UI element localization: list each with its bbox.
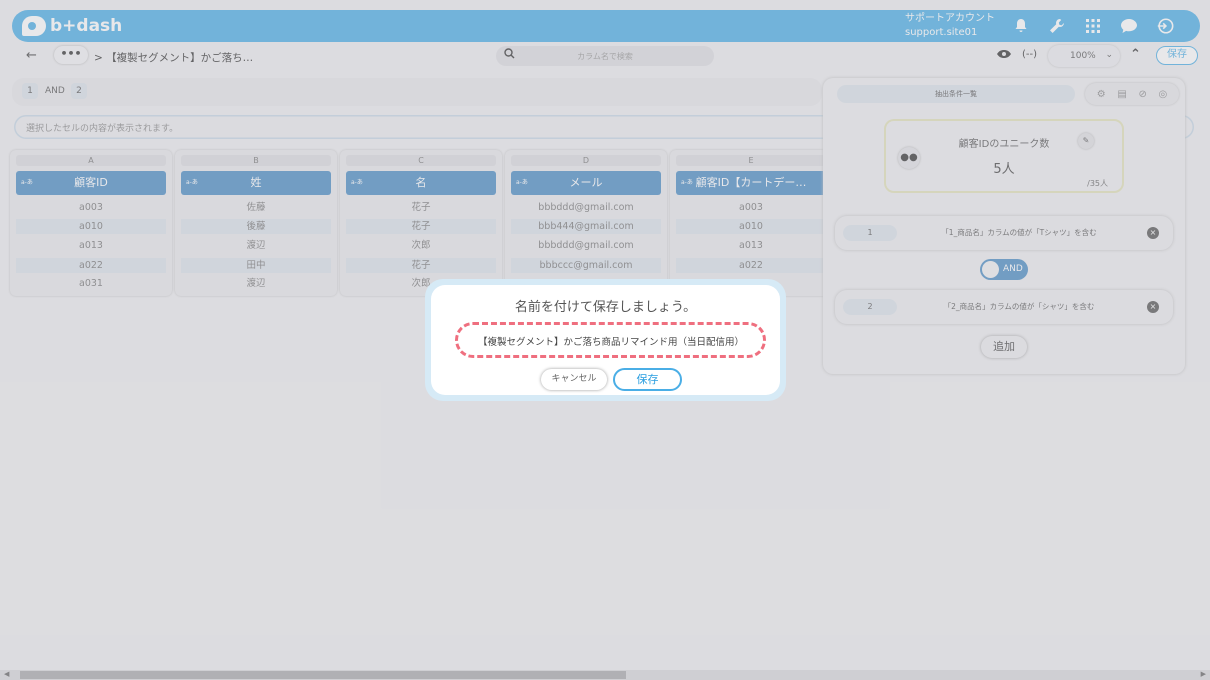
- segment-name-field[interactable]: [458, 326, 762, 356]
- dialog-save-button[interactable]: 保存: [613, 368, 682, 391]
- dialog-title: 名前を付けて保存しましょう。: [514, 300, 697, 315]
- segment-name-input[interactable]: [468, 332, 754, 350]
- save-dialog: 名前を付けて保存しましょう。 キャンセル 保存: [425, 279, 786, 401]
- cancel-button[interactable]: キャンセル: [541, 369, 607, 390]
